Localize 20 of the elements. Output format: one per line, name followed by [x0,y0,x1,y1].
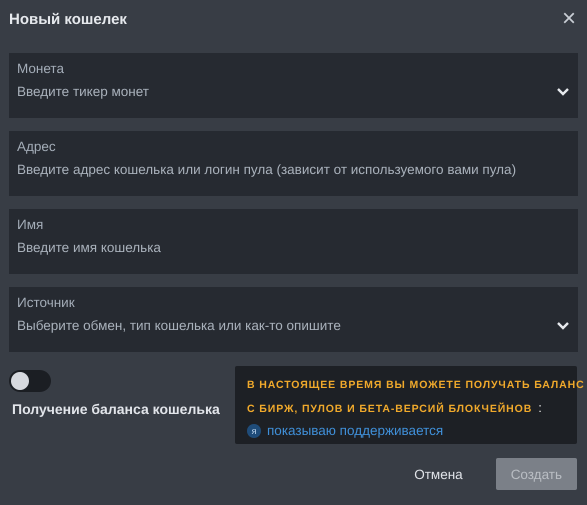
chevron-down-icon[interactable] [556,320,570,330]
chevron-down-icon[interactable] [556,86,570,96]
field-label: Монета [17,61,65,76]
colon-text: : [538,400,542,415]
toggle-label: Получение баланса кошелька [12,401,220,417]
field-label: Адрес [17,139,57,154]
toggle-switch[interactable] [9,370,51,392]
select-field[interactable]: Введите тикер монет [17,84,556,99]
info-badge: я [247,424,261,438]
field-label: Источник [17,295,76,310]
dialog-title: Новый кошелек [9,10,127,28]
field-label: Имя [17,217,44,232]
close-button[interactable]: × [560,5,578,33]
supported-link[interactable]: показываю поддерживается [267,423,444,438]
input-field[interactable]: Введите адрес кошелька или логин пула (зависит от используемого вами пула) [17,162,570,177]
tooltip-text: С БИРЖ, ПУЛОВ И БЕТА-ВЕРСИЙ БЛОКЧЕЙНОВ [247,402,532,416]
cancel-button[interactable]: Отмена [399,458,478,490]
select-field[interactable]: Выберите обмен, тип кошелька или как-то опишите [17,318,556,333]
tooltip-text: В НАСТОЯЩЕЕ ВРЕМЯ ВЫ МОЖЕТЕ ПОЛУЧАТЬ БАЛАНС [247,378,585,392]
input-field[interactable]: Введите имя кошелька [17,240,570,255]
